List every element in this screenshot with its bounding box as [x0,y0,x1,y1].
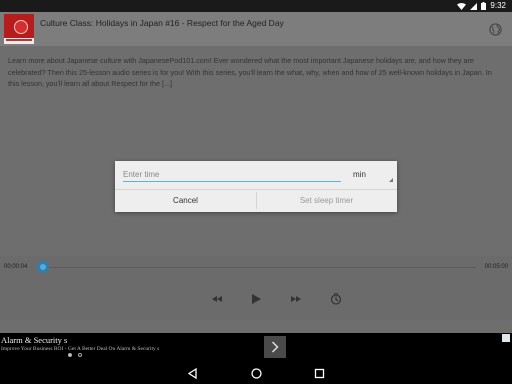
globe-icon[interactable] [489,23,502,36]
total-time: 00:05:00 [484,264,508,270]
unit-dropdown[interactable]: min [351,169,395,183]
episode-title: Culture Class: Holidays in Japan #16 - R… [40,18,284,28]
ad-title: Alarm & Security s [1,335,68,345]
sleep-timer-button[interactable] [330,293,342,305]
home-button[interactable] [250,367,263,380]
elapsed-time: 00:00:04 [4,264,28,270]
fast-forward-button[interactable] [290,293,302,305]
back-button[interactable] [186,367,199,380]
ad-subtitle: Improve Your Business ROI - Get A Better… [1,346,160,352]
cancel-button[interactable]: Cancel [115,190,256,212]
podcast-thumbnail [4,14,34,44]
play-icon [252,294,261,304]
system-navigation-bar [0,363,512,384]
episode-header: Culture Class: Holidays in Japan #16 - R… [0,12,512,46]
time-input[interactable] [123,168,341,182]
unit-value: min [353,170,366,179]
status-time: 9:32 [490,1,506,10]
sleep-timer-dialog: min Cancel Set sleep timer [115,161,397,212]
ad-page-dot [68,353,72,357]
recents-button[interactable] [313,367,326,380]
dropdown-caret-icon [389,178,393,182]
sleep-timer-icon [330,293,342,305]
ad-info-icon[interactable] [502,334,510,342]
play-button[interactable] [250,293,262,305]
rewind-button[interactable] [211,293,223,305]
set-sleep-timer-button[interactable]: Set sleep timer [256,190,397,212]
player-bar: 00:00:04 00:05:00 [0,256,512,320]
seek-thumb[interactable] [37,261,49,273]
rewind-icon [212,296,222,302]
fast-forward-icon [291,296,301,302]
status-icons: 9:32 [457,1,506,11]
home-icon [251,368,262,379]
wifi-icon [457,2,467,10]
ad-banner[interactable]: Alarm & Security s Improve Your Business… [0,333,512,363]
battery-icon [481,2,487,10]
ad-open-button[interactable] [264,336,286,358]
recents-icon [314,368,325,379]
ad-page-indicator [68,353,82,357]
episode-description: Learn more about Japanese culture with J… [8,56,492,88]
chevron-right-icon [271,341,279,353]
ad-page-dot [78,353,82,357]
signal-icon [470,2,478,10]
status-bar: 9:32 [0,0,512,12]
back-icon [187,367,197,380]
seek-bar[interactable] [40,267,476,268]
